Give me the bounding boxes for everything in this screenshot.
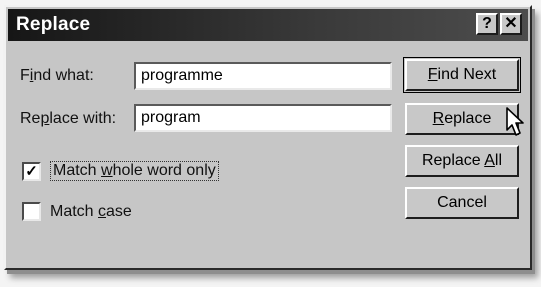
replace-dialog: Replace ? ✕ Find what: Replace with: ✓ M…	[4, 5, 532, 270]
match-whole-word-option[interactable]: ✓ Match whole word only	[22, 161, 219, 181]
match-case-label: Match case	[50, 202, 132, 220]
find-next-button[interactable]: Find Next	[403, 57, 521, 93]
match-whole-word-label: Match whole word only	[50, 161, 219, 181]
replace-with-label: Replace with:	[20, 110, 117, 127]
dialog-title: Replace	[16, 14, 91, 35]
replace-button[interactable]: Replace	[405, 103, 519, 135]
close-icon: ✕	[504, 15, 518, 32]
cancel-button[interactable]: Cancel	[405, 187, 519, 219]
match-case-option[interactable]: Match case	[22, 202, 132, 221]
close-button[interactable]: ✕	[500, 13, 522, 35]
replace-with-input[interactable]	[134, 104, 392, 132]
arrow-pointer-icon	[506, 107, 524, 136]
find-what-input[interactable]	[134, 62, 392, 90]
match-case-checkbox[interactable]	[22, 202, 41, 221]
checkmark-icon: ✓	[25, 162, 38, 180]
match-whole-word-checkbox[interactable]: ✓	[22, 161, 41, 181]
replace-all-button[interactable]: Replace All	[405, 145, 519, 177]
question-mark-icon: ?	[482, 15, 492, 32]
find-what-label: Find what:	[20, 67, 94, 84]
help-button[interactable]: ?	[476, 13, 498, 35]
title-bar[interactable]: Replace ? ✕	[8, 9, 528, 41]
screen: Replace ? ✕ Find what: Replace with: ✓ M…	[0, 0, 541, 287]
